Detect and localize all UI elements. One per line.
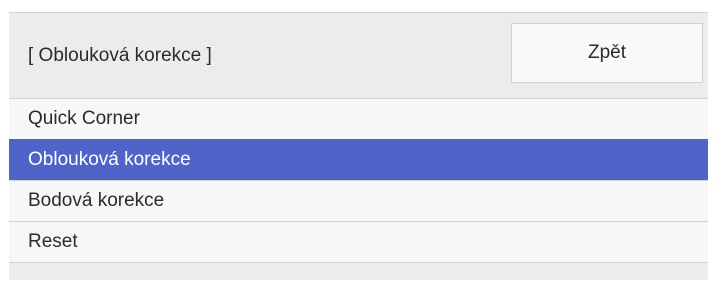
back-button[interactable]: Zpět bbox=[511, 23, 703, 83]
menu-item-quick-corner[interactable]: Quick Corner bbox=[9, 98, 708, 139]
geometry-correction-panel: [ Oblouková korekce ] Zpět Quick Corner … bbox=[9, 12, 708, 280]
menu-item-reset[interactable]: Reset bbox=[9, 221, 708, 262]
menu-item-point-correction[interactable]: Bodová korekce bbox=[9, 180, 708, 221]
menu-item-arc-correction[interactable]: Oblouková korekce bbox=[9, 139, 708, 180]
menu-footer bbox=[9, 262, 708, 280]
page-title: [ Oblouková korekce ] bbox=[28, 45, 212, 66]
correction-menu: Quick Corner Oblouková korekce Bodová ko… bbox=[9, 98, 708, 262]
panel-header: [ Oblouková korekce ] Zpět bbox=[9, 12, 708, 98]
